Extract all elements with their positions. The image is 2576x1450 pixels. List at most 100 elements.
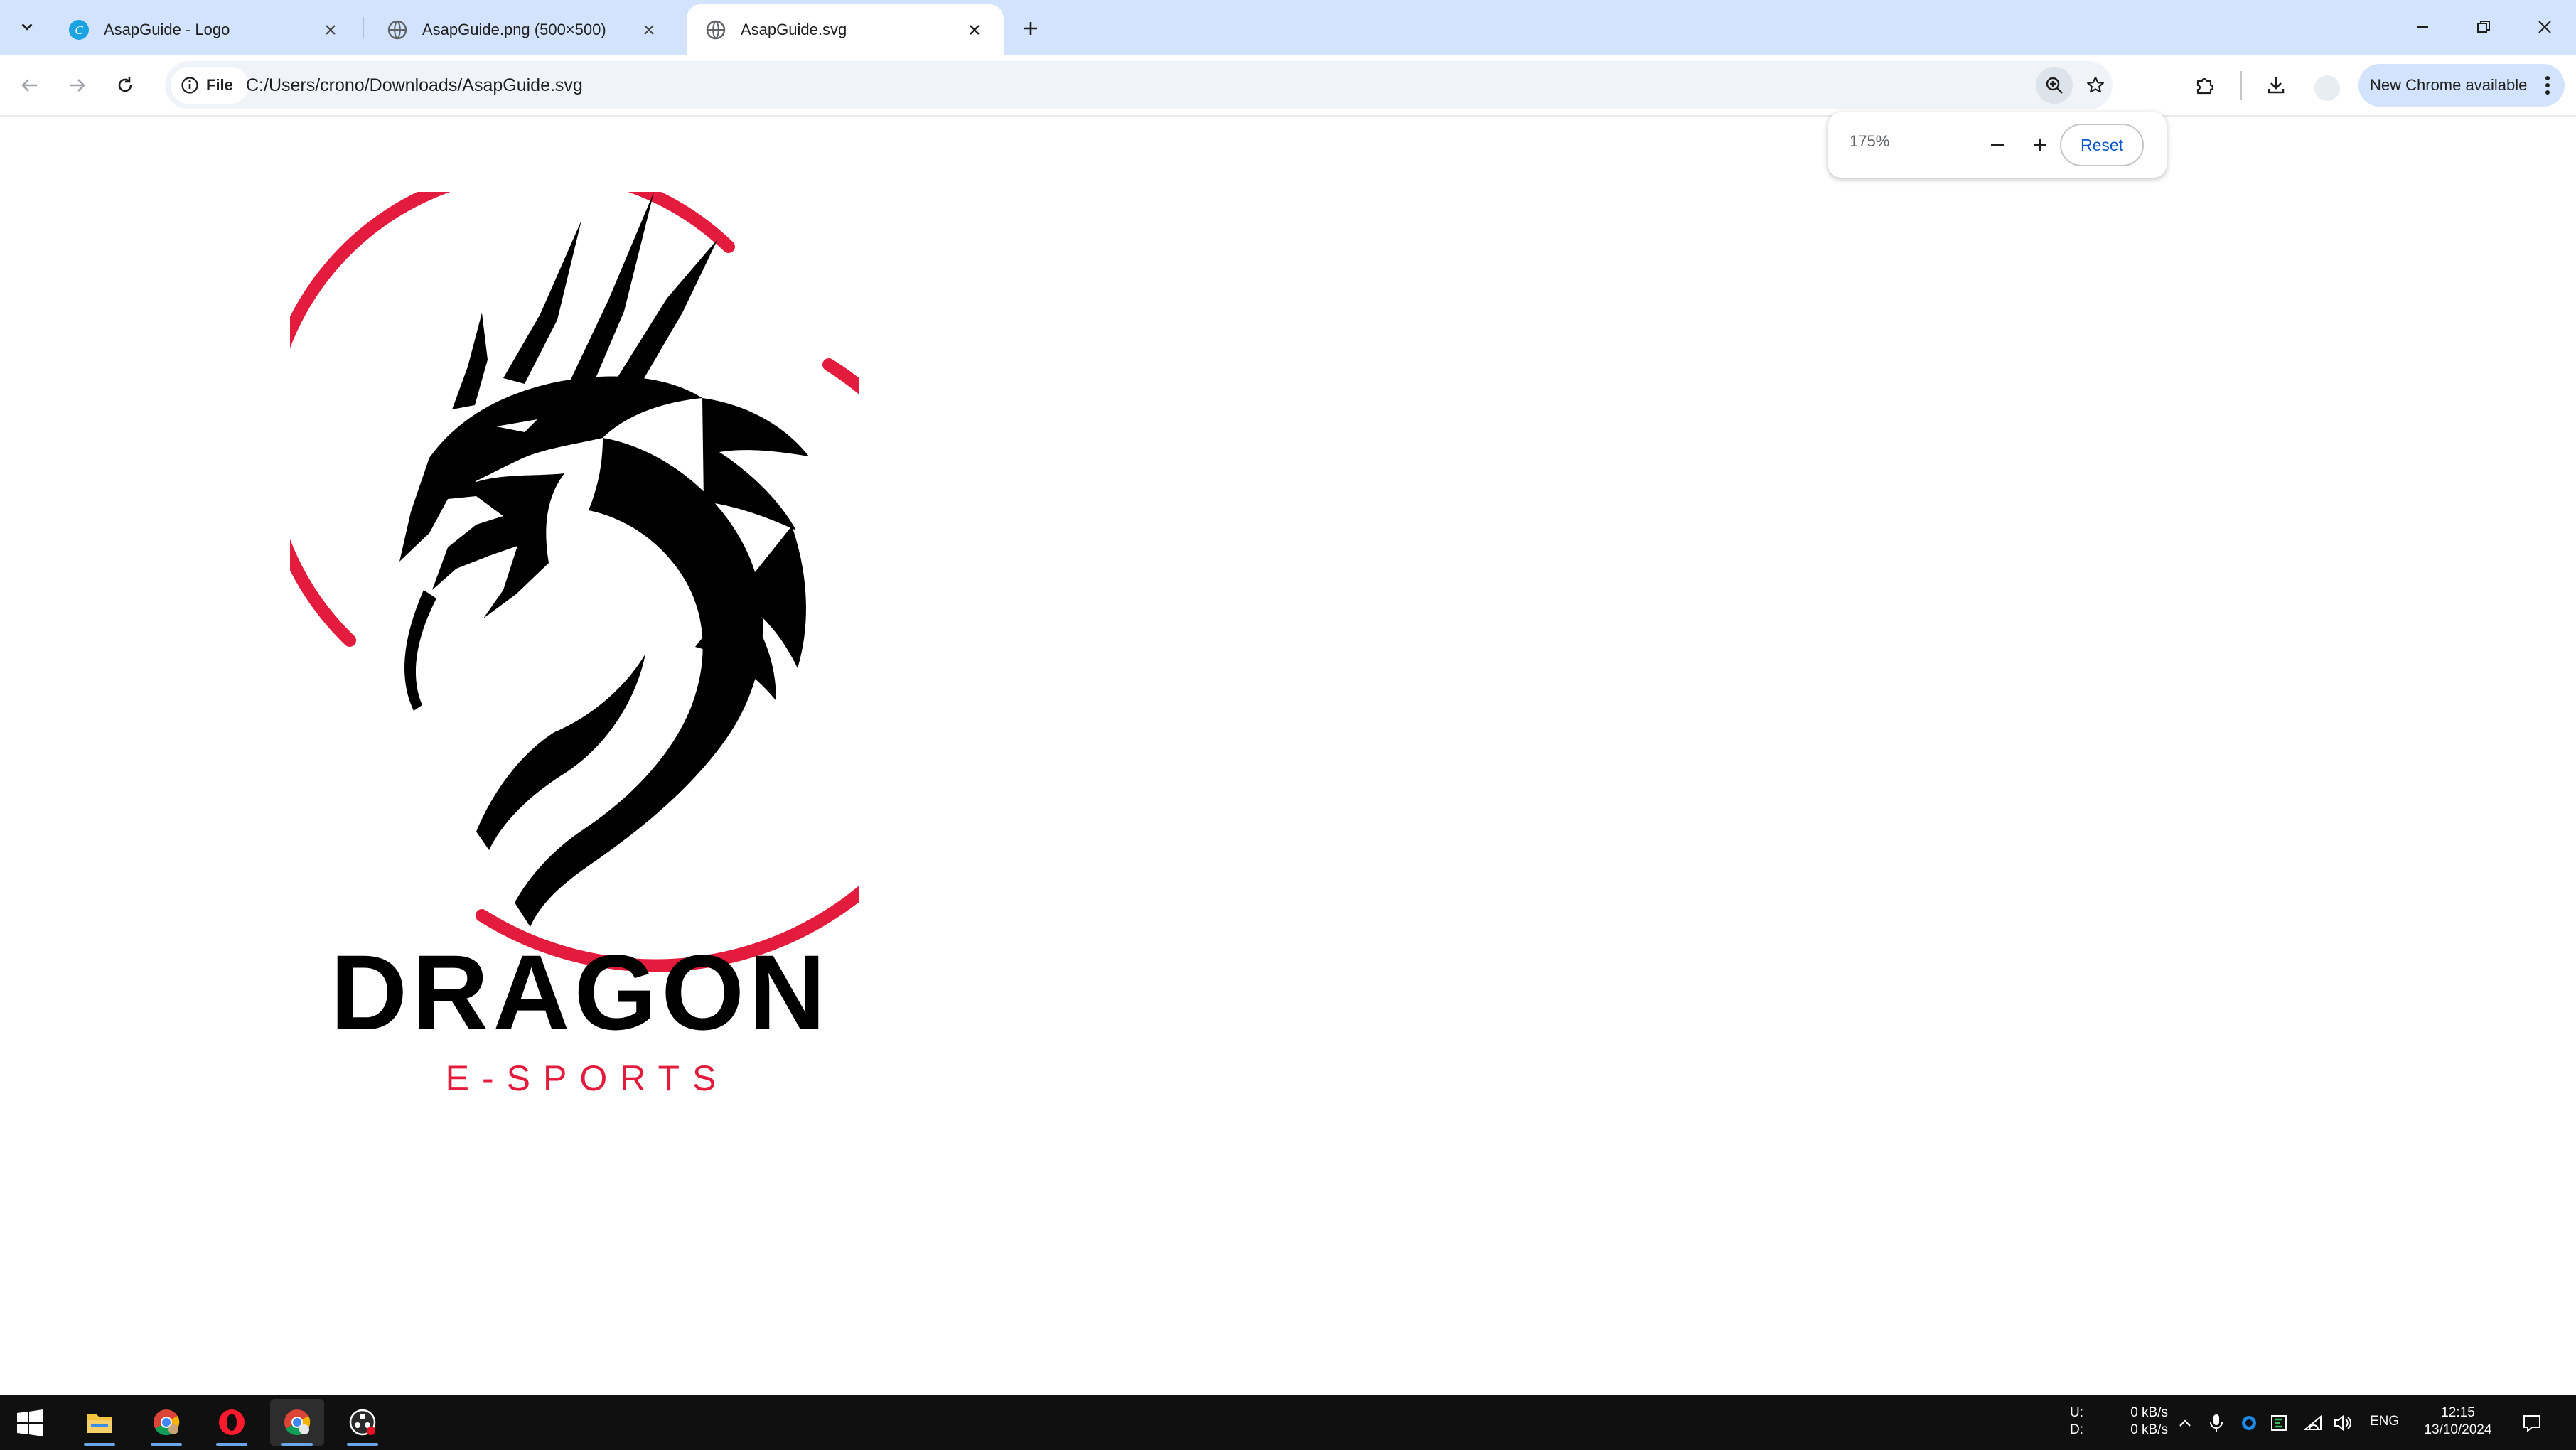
tray-overflow-button[interactable] bbox=[2175, 1413, 2195, 1433]
globe-icon bbox=[387, 20, 407, 40]
tab-asapguide-png[interactable]: AsapGuide.png (500×500) bbox=[368, 4, 678, 55]
chrome-update-label: New Chrome available bbox=[2370, 76, 2528, 94]
reload-icon bbox=[118, 77, 132, 92]
tab-separator bbox=[363, 17, 364, 38]
taskbar-opera[interactable] bbox=[205, 1399, 259, 1446]
obs-icon bbox=[349, 1409, 376, 1436]
zoom-indicator-button[interactable] bbox=[2036, 67, 2073, 104]
zoom-popup: 175% Reset bbox=[1828, 112, 2167, 178]
site-info-label: File bbox=[206, 76, 233, 94]
zoom-reset-button[interactable]: Reset bbox=[2060, 124, 2144, 166]
taskbar-chrome[interactable] bbox=[139, 1399, 193, 1446]
windows-start-icon[interactable] bbox=[16, 1409, 44, 1437]
canva-icon: C bbox=[69, 20, 89, 40]
globe-icon bbox=[706, 20, 726, 40]
puzzle-icon bbox=[2196, 77, 2214, 95]
taskbar-file-explorer[interactable] bbox=[73, 1399, 127, 1446]
zoom-in-icon bbox=[2046, 77, 2063, 94]
tray-volume[interactable] bbox=[2333, 1413, 2353, 1433]
url-text[interactable]: C:/Users/crono/Downloads/AsapGuide.svg bbox=[246, 75, 583, 96]
taskbar-chrome-profile[interactable] bbox=[270, 1399, 324, 1446]
tray-app-blue[interactable] bbox=[2239, 1413, 2259, 1433]
taskbar-obs[interactable] bbox=[336, 1399, 390, 1446]
star-icon bbox=[2087, 76, 2104, 93]
minimize-icon bbox=[2417, 26, 2428, 28]
minimize-button[interactable] bbox=[2401, 10, 2444, 44]
bookmark-button[interactable] bbox=[2077, 67, 2114, 104]
chrome-icon bbox=[154, 1409, 180, 1436]
download-icon bbox=[2268, 77, 2285, 94]
tab-asapguide-logo[interactable]: C AsapGuide - Logo bbox=[50, 4, 360, 55]
app-square-icon bbox=[2271, 1415, 2287, 1431]
dragon-head-icon bbox=[399, 192, 809, 927]
forward-button[interactable] bbox=[60, 68, 94, 102]
tab-title: AsapGuide.png (500×500) bbox=[422, 21, 606, 38]
net-upload-value: 0 kB/s bbox=[2130, 1405, 2168, 1420]
net-upload-label: U: bbox=[2070, 1405, 2083, 1420]
active-indicator bbox=[151, 1443, 182, 1446]
net-download-value: 0 kB/s bbox=[2130, 1422, 2168, 1437]
svg-text:C: C bbox=[75, 23, 83, 37]
restore-icon bbox=[2477, 21, 2490, 33]
info-icon bbox=[181, 77, 198, 94]
reload-button[interactable] bbox=[108, 68, 142, 102]
net-speed-values: 0 kB/s 0 kB/s bbox=[2121, 1405, 2168, 1439]
extensions-button[interactable] bbox=[2188, 68, 2222, 102]
tab-search-button[interactable] bbox=[10, 11, 44, 43]
tab-close-button[interactable] bbox=[638, 19, 660, 41]
clock[interactable]: 12:15 13/10/2024 bbox=[2417, 1405, 2499, 1439]
active-indicator bbox=[216, 1443, 247, 1446]
plus-icon bbox=[2034, 139, 2046, 151]
windows-taskbar: U: D: 0 kB/s 0 kB/s ENG 12:15 13/10/2024 bbox=[0, 1395, 2576, 1450]
close-icon bbox=[2538, 21, 2551, 33]
active-indicator bbox=[347, 1443, 378, 1446]
window-close-button[interactable] bbox=[2523, 10, 2566, 44]
new-tab-button[interactable] bbox=[1016, 14, 1045, 43]
language-indicator[interactable]: ENG bbox=[2370, 1413, 2399, 1430]
zoom-in-button[interactable] bbox=[2023, 128, 2057, 162]
net-speed-labels: U: D: bbox=[2070, 1405, 2083, 1439]
microphone-icon bbox=[2210, 1414, 2223, 1432]
opera-icon bbox=[219, 1409, 245, 1435]
close-icon bbox=[326, 25, 336, 35]
dragon-esports-logo: DRAGON E-SPORTS bbox=[290, 192, 859, 1098]
plus-icon bbox=[1024, 22, 1037, 35]
file-explorer-icon bbox=[87, 1414, 112, 1433]
tab-asapguide-svg[interactable]: AsapGuide.svg bbox=[687, 4, 1004, 55]
close-icon bbox=[644, 25, 654, 35]
wifi-icon bbox=[2304, 1415, 2322, 1430]
chrome-update-button[interactable]: New Chrome available bbox=[2358, 64, 2565, 107]
zoom-out-button[interactable] bbox=[1980, 128, 2014, 162]
active-indicator bbox=[281, 1443, 313, 1446]
notification-center-button[interactable] bbox=[2522, 1413, 2542, 1433]
profile-avatar[interactable] bbox=[2314, 75, 2340, 101]
chevron-up-icon bbox=[2179, 1419, 2191, 1427]
tab-close-button[interactable] bbox=[964, 19, 985, 41]
tab-title: AsapGuide - Logo bbox=[104, 21, 230, 38]
arrow-right-icon bbox=[70, 79, 85, 92]
app-circle-icon bbox=[2242, 1416, 2256, 1430]
tray-app-green[interactable] bbox=[2269, 1413, 2289, 1433]
site-info-chip[interactable]: File bbox=[171, 67, 249, 104]
tab-title: AsapGuide.svg bbox=[741, 21, 847, 38]
minus-icon bbox=[1991, 144, 2004, 146]
toolbar-divider bbox=[2240, 71, 2242, 100]
tray-microphone[interactable] bbox=[2206, 1413, 2226, 1433]
arrow-left-icon bbox=[21, 79, 37, 92]
clock-date: 13/10/2024 bbox=[2424, 1422, 2492, 1437]
logo-title: DRAGON bbox=[331, 933, 830, 1052]
tray-network[interactable] bbox=[2303, 1413, 2323, 1433]
chevron-down-icon bbox=[21, 23, 33, 31]
net-download-label: D: bbox=[2070, 1422, 2083, 1437]
tab-close-button[interactable] bbox=[320, 19, 341, 41]
tab-strip: C AsapGuide - Logo AsapGuide.png (500×50… bbox=[0, 0, 2576, 55]
zoom-level: 175% bbox=[1850, 132, 1890, 150]
chrome-profile-icon bbox=[284, 1409, 311, 1436]
logo-subtitle: E-SPORTS bbox=[446, 1058, 729, 1098]
active-indicator bbox=[84, 1443, 115, 1446]
back-button[interactable] bbox=[13, 68, 47, 102]
restore-button[interactable] bbox=[2462, 10, 2505, 44]
more-menu-icon[interactable] bbox=[2540, 74, 2555, 97]
downloads-button[interactable] bbox=[2259, 68, 2293, 102]
address-bar[interactable]: File C:/Users/crono/Downloads/AsapGuide.… bbox=[165, 61, 2113, 109]
